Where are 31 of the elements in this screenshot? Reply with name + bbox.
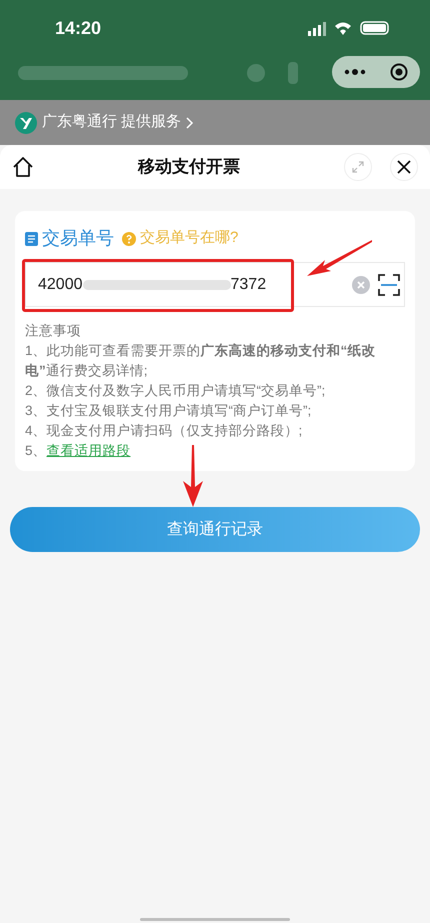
note-text: 1、此功能可查看需要开票的广东高速的移动支付和“纸改电”通行费交易详情; bbox=[25, 342, 376, 380]
wifi-icon bbox=[334, 21, 352, 35]
note-text: 2、微信支付及数字人民币用户请填写“交易单号”; bbox=[25, 382, 326, 400]
expand-icon bbox=[352, 161, 364, 173]
chevron-right-icon[interactable] bbox=[186, 116, 194, 128]
provider-logo-icon bbox=[15, 112, 37, 134]
close-icon bbox=[397, 160, 411, 174]
note-text: 5、 bbox=[25, 442, 47, 460]
help-link[interactable]: 交易单号在哪? bbox=[140, 227, 238, 250]
target-icon[interactable] bbox=[390, 63, 408, 81]
more-icon[interactable] bbox=[344, 69, 366, 75]
scan-icon[interactable] bbox=[378, 274, 400, 296]
battery-icon bbox=[360, 21, 390, 35]
field-value-end: 7372 bbox=[230, 274, 266, 294]
note-text: 4、现金支付用户请扫码（仅支持部分路段）; bbox=[25, 422, 304, 440]
annotation-arrow bbox=[181, 445, 205, 507]
sheet-title: 移动支付开票 bbox=[136, 156, 241, 178]
provider-text[interactable]: 广东粤通行 提供服务 bbox=[42, 111, 182, 134]
annotation-arrow bbox=[305, 238, 373, 278]
routes-link[interactable]: 查看适用路段 bbox=[46, 441, 131, 461]
field-label: 交易单号 bbox=[42, 227, 114, 250]
close-button[interactable] bbox=[390, 153, 418, 181]
home-icon[interactable] bbox=[12, 156, 34, 178]
note-text: 3、支付宝及银联支付用户请填写“商户订单号”; bbox=[25, 402, 312, 420]
status-time: 14:20 bbox=[55, 16, 102, 40]
signal-icon bbox=[308, 20, 326, 36]
notes-title: 注意事项 bbox=[25, 322, 82, 340]
field-value-start: 42000 bbox=[38, 274, 82, 294]
document-icon bbox=[25, 232, 38, 246]
query-button[interactable]: 查询通行记录 bbox=[10, 507, 420, 552]
capsule-menu[interactable] bbox=[332, 56, 420, 88]
